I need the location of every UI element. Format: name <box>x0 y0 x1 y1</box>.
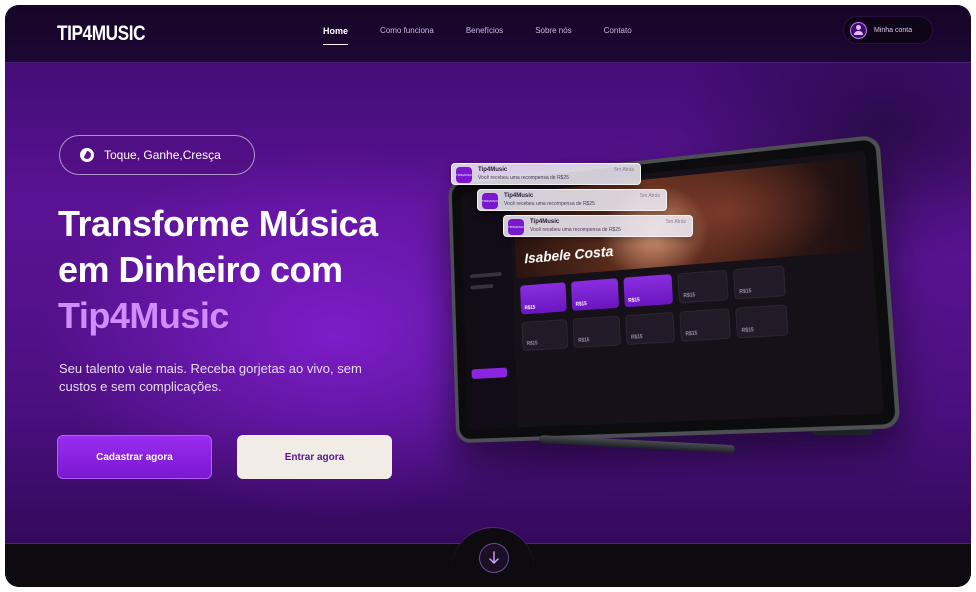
song-card: R$15 <box>572 315 621 349</box>
card-price: R$15 <box>526 340 538 347</box>
artist-name: Isabele Costa <box>524 243 614 268</box>
card-price: R$15 <box>741 327 754 335</box>
card-price: R$15 <box>524 304 536 312</box>
card-price: R$15 <box>628 297 640 305</box>
card-price: R$15 <box>578 337 590 344</box>
account-label: Minha conta <box>874 26 913 34</box>
top-navigation: TIP4MUSIC Home Como funciona Benefícios … <box>5 5 971 63</box>
card-price: R$15 <box>683 292 696 300</box>
signup-button[interactable]: Cadastrar agora <box>57 435 212 479</box>
notification-time: 5m Atrás <box>640 193 660 199</box>
notification-message: Você recebeu uma recompensa de R$25 <box>478 175 569 181</box>
stylus-pen <box>538 435 735 454</box>
account-button[interactable]: Minha conta <box>843 16 933 44</box>
nav-link-home[interactable]: Home <box>323 25 349 45</box>
song-card: R$15 <box>732 265 786 300</box>
nav-links: Home Como funciona Benefícios Sobre nós … <box>323 25 664 45</box>
headline-line-1: Transforme Música <box>58 203 378 244</box>
notification-title: Tip4Music <box>530 219 560 225</box>
card-price: R$15 <box>739 288 752 296</box>
app-icon: TIP4MUSIC <box>456 167 472 183</box>
song-card: R$15 <box>570 278 620 311</box>
headline-line-2: em Dinheiro com <box>58 249 343 290</box>
notification-title: Tip4Music <box>478 167 508 173</box>
notification-time: 5m Atrás <box>666 219 686 225</box>
song-card: R$15 <box>625 311 676 345</box>
notification-title: Tip4Music <box>504 193 534 199</box>
song-card: R$15 <box>677 269 729 304</box>
notification-message: Você recebeu uma recompensa de R$25 <box>504 201 595 207</box>
login-button[interactable]: Entrar agora <box>237 435 392 479</box>
song-card: R$15 <box>521 319 569 352</box>
headline-brand: Tip4Music <box>58 295 229 336</box>
song-card: R$15 <box>679 308 731 342</box>
scroll-down-button[interactable] <box>479 543 509 573</box>
page-frame: TIP4MUSIC Home Como funciona Benefícios … <box>5 5 971 587</box>
notification-message: Você recebeu uma recompensa de R$25 <box>530 227 621 233</box>
sidebar-line <box>470 271 502 279</box>
nav-link-contato[interactable]: Contato <box>604 25 632 45</box>
guitar-pick-icon <box>80 148 94 162</box>
song-card: R$15 <box>735 304 789 339</box>
notification-toast: TIP4MUSIC Tip4Music 5m Atrás Você recebe… <box>477 189 667 211</box>
user-icon <box>850 21 867 39</box>
card-price: R$15 <box>630 334 643 341</box>
logo[interactable]: TIP4MUSIC <box>57 22 146 46</box>
hero-subtext: Seu talento vale mais. Receba gorjetas a… <box>59 361 362 394</box>
nav-link-como-funciona[interactable]: Como funciona <box>380 25 434 45</box>
app-icon: TIP4MUSIC <box>482 193 498 209</box>
app-icon: TIP4MUSIC <box>508 219 524 235</box>
nav-link-sobre-nos[interactable]: Sobre nós <box>535 25 571 45</box>
notification-toast: TIP4MUSIC Tip4Music 5m Atrás Você recebe… <box>451 163 641 185</box>
song-card: R$15 <box>520 282 567 315</box>
sidebar-line <box>470 284 494 290</box>
nav-link-beneficios[interactable]: Benefícios <box>466 25 503 45</box>
notification-toast: TIP4MUSIC Tip4Music 5m Atrás Você recebe… <box>503 215 693 237</box>
song-card: R$15 <box>623 274 674 308</box>
notification-time: 5m Atrás <box>614 167 634 173</box>
arrow-down-icon <box>489 551 499 564</box>
hero-headline: Transforme Música em Dinheiro com Tip4Mu… <box>58 201 438 339</box>
sidebar-button <box>471 367 508 380</box>
card-price: R$15 <box>685 330 698 338</box>
tagline-label: Toque, Ganhe,Cresça <box>104 148 221 162</box>
card-price: R$15 <box>575 301 587 308</box>
tagline-pill: Toque, Ganhe,Cresça <box>59 135 255 175</box>
